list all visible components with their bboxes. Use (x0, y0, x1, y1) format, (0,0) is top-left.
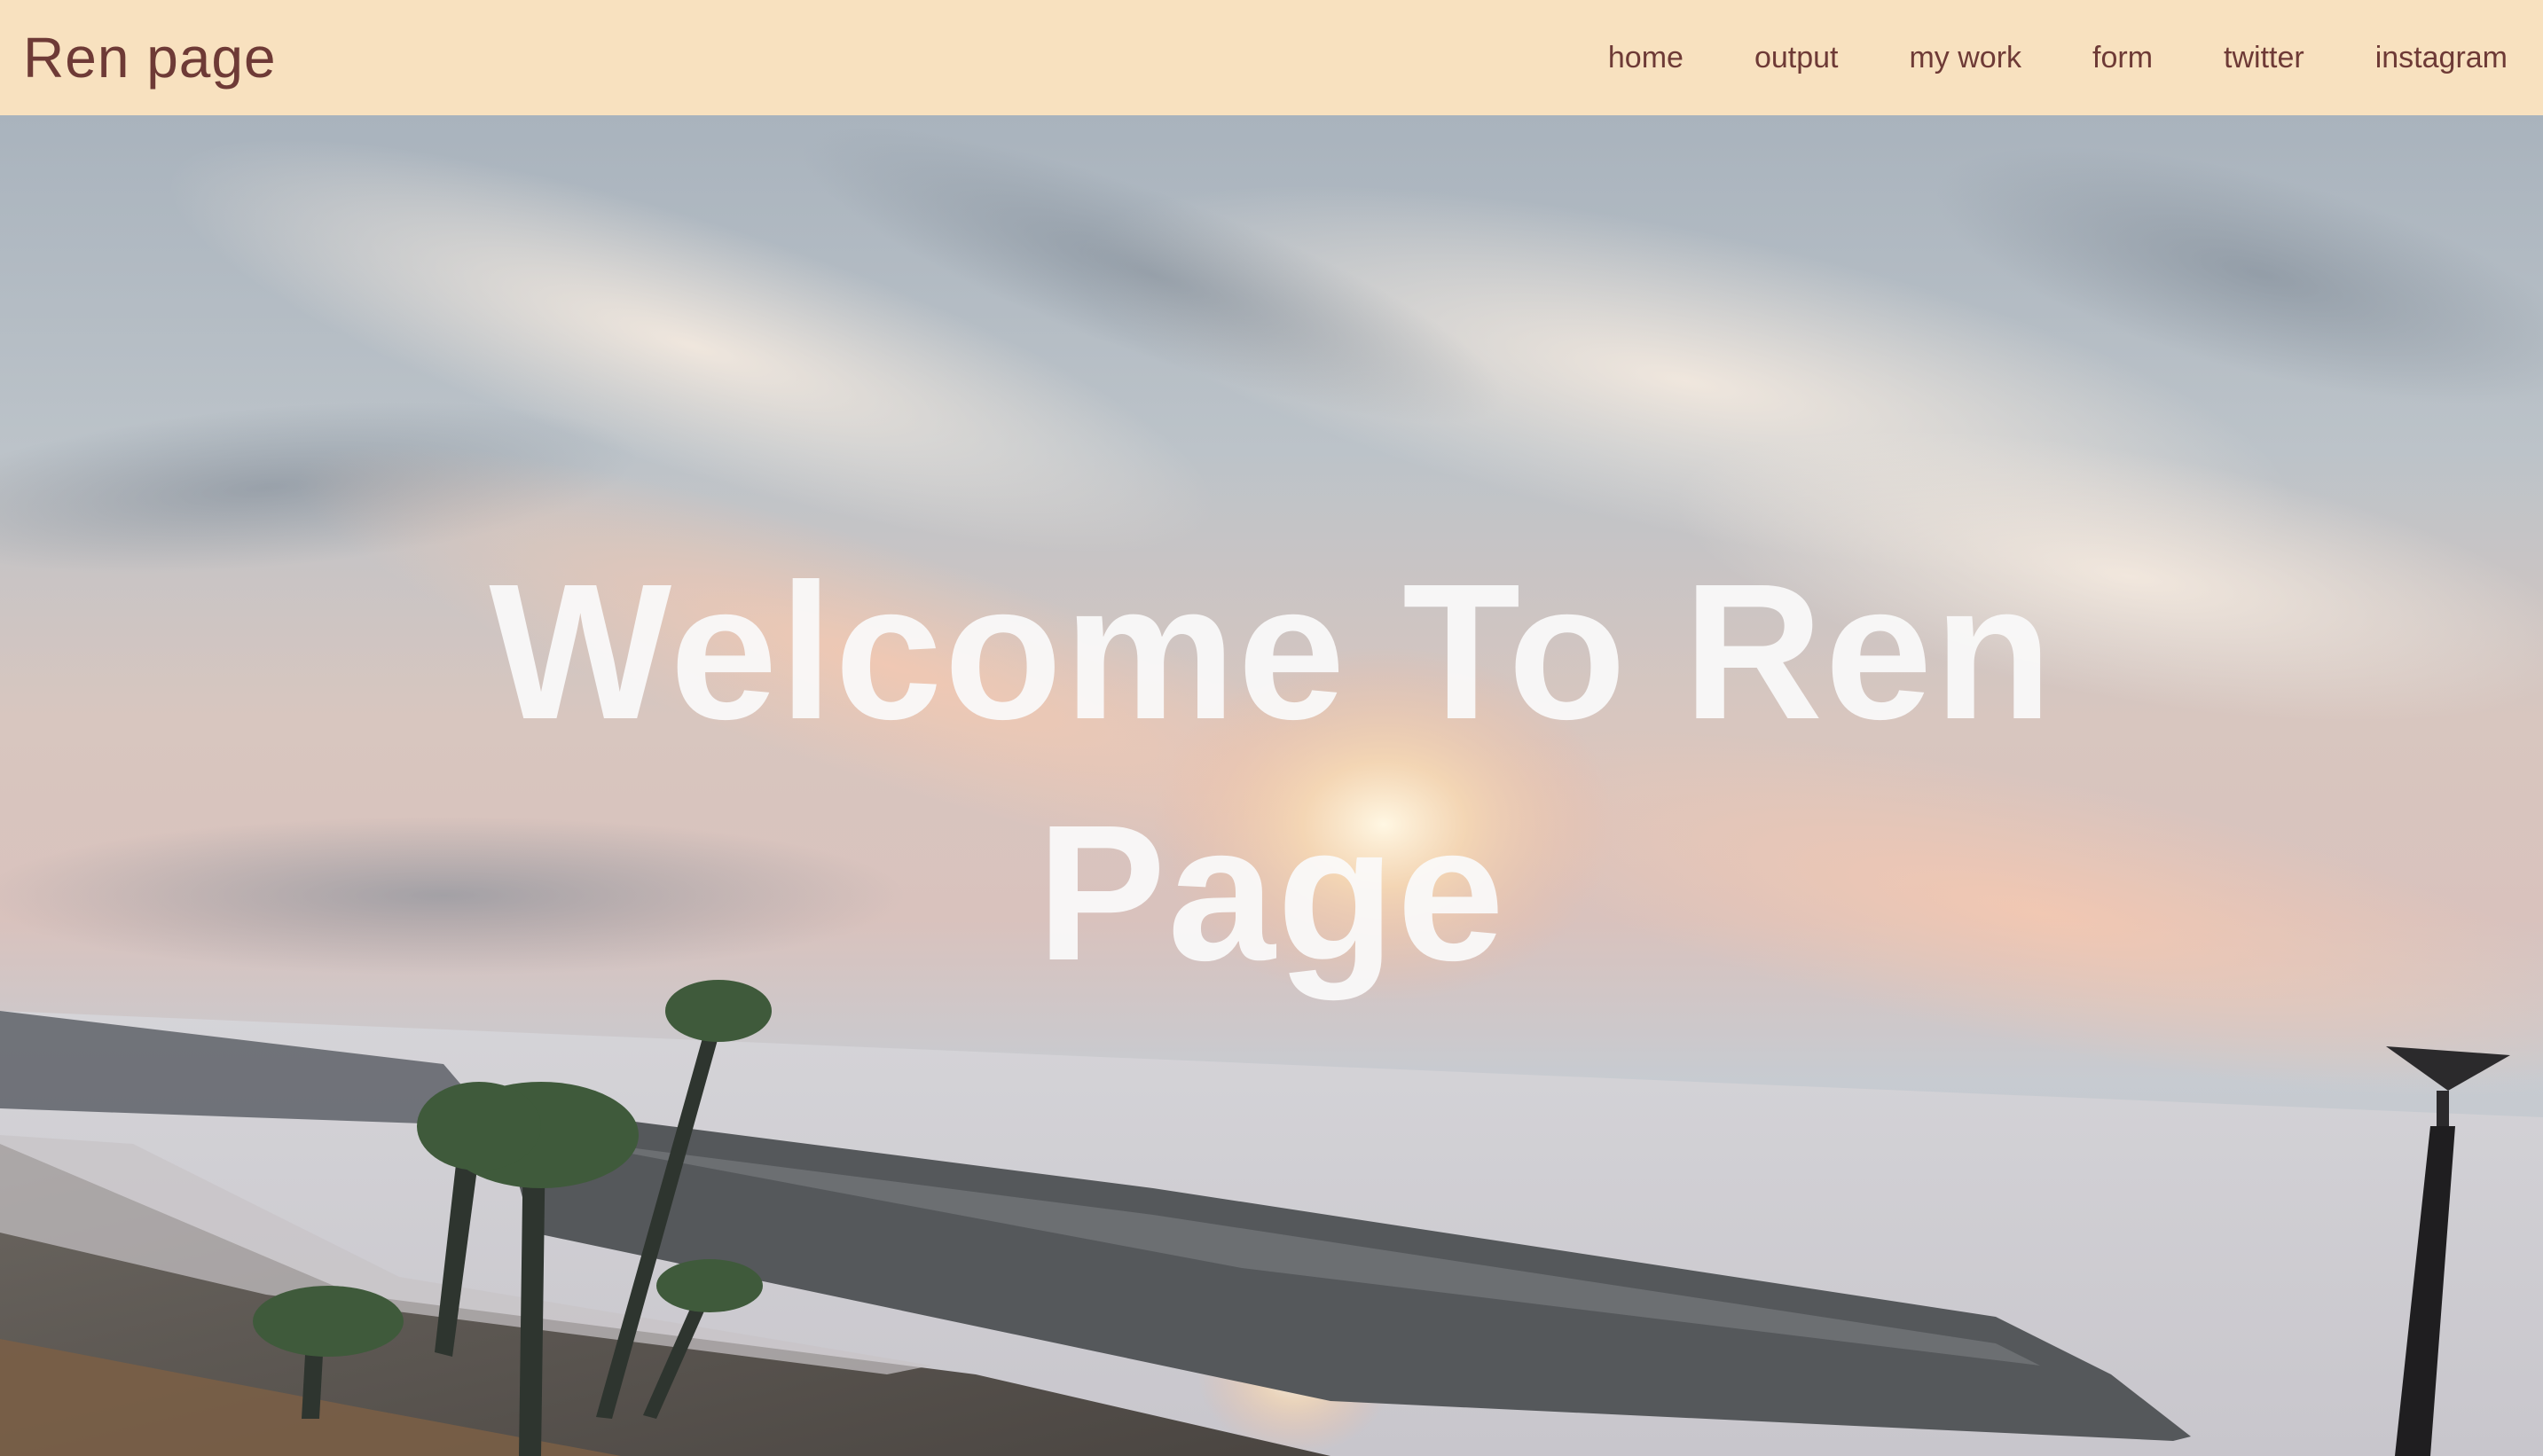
nav-output-link[interactable]: output (1754, 41, 1839, 75)
site-header: Ren page home output my work form twitte… (0, 0, 2543, 115)
hero-title: Welcome To Ren Page (0, 532, 2543, 1014)
nav-home-link[interactable]: home (1608, 41, 1684, 75)
nav-twitter-link[interactable]: twitter (2224, 41, 2304, 75)
hero-title-line-2: Page (1036, 786, 1507, 1001)
nav-my-work-link[interactable]: my work (1909, 41, 2021, 75)
page: Ren page home output my work form twitte… (0, 0, 2543, 1456)
site-logo[interactable]: Ren page (23, 25, 277, 90)
nav-instagram-link[interactable]: instagram (2375, 41, 2508, 75)
hero-title-line-1: Welcome To Ren (489, 544, 2054, 760)
main-nav: home output my work form twitter instagr… (1537, 41, 2508, 75)
nav-form-link[interactable]: form (2092, 41, 2153, 75)
hero-section: Welcome To Ren Page (0, 115, 2543, 1456)
